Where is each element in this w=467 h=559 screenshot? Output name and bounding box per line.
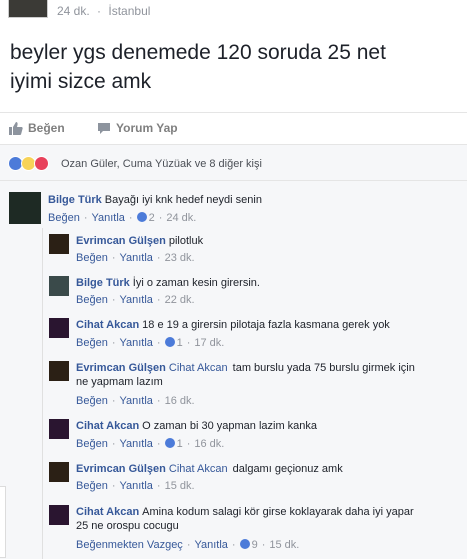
avatar[interactable] [49, 505, 69, 525]
comment-text: Cihat Akcan O zaman bi 30 yapman lazim ka… [76, 419, 317, 433]
comment-reply-link[interactable]: Yanıtla [119, 294, 152, 306]
commenter-name[interactable]: Bilge Türk [76, 277, 130, 289]
comment-text: Evrimcan Gülşen Cihat Akcan dalgamı geçio… [76, 462, 343, 476]
comment-text: Cihat Akcan Amina kodum salagi kör girse … [76, 505, 461, 533]
comment-time[interactable]: 16 dk. [165, 395, 195, 407]
comment-actions: Beğen · Yanıtla · 1 · 16 dk. [76, 438, 225, 450]
comment-time[interactable]: 22 dk. [165, 294, 195, 306]
comment-like-link[interactable]: Beğen [76, 252, 108, 264]
comment-reply-link[interactable]: Yanıtla [119, 337, 152, 349]
like-label: Beğen [28, 121, 65, 135]
comment-time[interactable]: 17 dk. [194, 337, 224, 349]
scroll-edge [0, 486, 6, 558]
reply-thread-line [42, 228, 43, 559]
separator-dot: · [97, 4, 102, 18]
comment-message: Amina kodum salagi kör girse koklayarak … [142, 506, 414, 518]
comment-text: Bilge Türk İyi o zaman kesin girersin. [76, 276, 260, 290]
commenter-name[interactable]: Evrimcan Gülşen [76, 235, 166, 247]
comment-reply-link[interactable]: Yanıtla [119, 252, 152, 264]
like-button[interactable]: Beğen [9, 121, 65, 135]
comment-time[interactable]: 15 dk. [165, 480, 195, 492]
avatar[interactable] [9, 192, 41, 224]
comment-actions: Beğen · Yanıtla · 22 dk. [76, 294, 195, 306]
comment-actions: Beğen · Yanıtla · 16 dk. [76, 395, 195, 407]
comment-reply-link[interactable]: Yanıtla [119, 438, 152, 450]
reactions-summary[interactable]: Ozan Güler, Cuma Yüzüak ve 8 diğer kişi [0, 145, 467, 181]
like-count[interactable]: 1 [177, 438, 183, 450]
comment-time[interactable]: 24 dk. [166, 212, 196, 224]
commenter-name[interactable]: Cihat Akcan [76, 319, 139, 331]
like-count-icon [239, 539, 250, 549]
comment-like-link[interactable]: Beğen [76, 480, 108, 492]
post-location[interactable]: İstanbul [108, 4, 150, 18]
comment-time[interactable]: 15 dk. [269, 539, 299, 551]
comment-like-link[interactable]: Beğen [48, 212, 80, 224]
comment-like-link[interactable]: Beğen [76, 337, 108, 349]
commenter-name[interactable]: Cihat Akcan [76, 506, 139, 518]
comment-reply-link[interactable]: Yanıtla [119, 395, 152, 407]
reactions-text[interactable]: Ozan Güler, Cuma Yüzüak ve 8 diğer kişi [61, 158, 262, 170]
comment-like-link[interactable]: Beğen [76, 438, 108, 450]
comment-icon [98, 122, 110, 134]
comment-message-line2: ne yapmam lazım [76, 376, 163, 388]
comment-message: İyi o zaman kesin girersin. [132, 277, 260, 289]
like-count-icon [164, 337, 175, 347]
comment-message: O zaman bi 30 yapman lazim kanka [142, 420, 318, 432]
avatar[interactable] [49, 462, 69, 482]
like-count[interactable]: 1 [177, 337, 183, 349]
comment-actions: Beğen · Yanıtla · 15 dk. [76, 480, 195, 492]
comment-message: dalgamı geçionuz amk [232, 463, 343, 475]
comment-actions: Beğen · Yanıtla · 2 · 24 dk. [48, 212, 197, 224]
comment-text: Bilge Türk Bayağı iyi knk hedef neydi sen… [48, 193, 262, 207]
comment-text: Cihat Akcan 18 e 19 a girersin pilotaja f… [76, 318, 390, 332]
comment-actions: Beğenmekten Vazgeç · Yanıtla · 9 · 15 dk. [76, 539, 300, 551]
post-text-line: iyimi sizce amk [10, 70, 152, 93]
avatar[interactable] [49, 419, 69, 439]
comment-message: tam burslu yada 75 burslu girmek için [232, 362, 415, 374]
comment-time[interactable]: 16 dk. [194, 438, 224, 450]
mention-tag[interactable]: Cihat Akcan [169, 362, 228, 374]
comment-actions: Beğen · Yanıtla · 23 dk. [76, 252, 195, 264]
comment-text: Evrimcan Gülşen Cihat Akcan tam burslu ya… [76, 361, 461, 389]
comment-message: Bayağı iyi knk hedef neydi senin [104, 194, 262, 206]
comment-button[interactable]: Yorum Yap [97, 121, 178, 135]
avatar[interactable] [49, 234, 69, 254]
avatar[interactable] [49, 361, 69, 381]
commenter-name[interactable]: Evrimcan Gülşen [76, 362, 166, 374]
comment-message: 18 e 19 a girersin pilotaja fazla kasman… [142, 319, 390, 331]
avatar[interactable] [49, 318, 69, 338]
post-time[interactable]: 24 dk. [57, 4, 90, 18]
comment-like-link[interactable]: Beğen [76, 294, 108, 306]
comment-like-link[interactable]: Beğen [76, 395, 108, 407]
thumbs-up-icon [9, 121, 23, 135]
commenter-name[interactable]: Bilge Türk [48, 194, 102, 206]
post-action-bar: Beğen Yorum Yap [0, 112, 467, 145]
comment-reply-link[interactable]: Yanıtla [91, 212, 124, 224]
comment-label: Yorum Yap [116, 121, 178, 135]
comment-reply-link[interactable]: Yanıtla [194, 539, 227, 551]
like-count-icon [164, 438, 175, 448]
like-count-icon [136, 212, 147, 222]
post-meta: 24 dk. · İstanbul [57, 4, 150, 18]
mention-tag[interactable]: Cihat Akcan [169, 463, 228, 475]
comment-actions: Beğen · Yanıtla · 1 · 17 dk. [76, 337, 225, 349]
comment-reply-link[interactable]: Yanıtla [119, 480, 152, 492]
comment-text: Evrimcan Gülşen pilotluk [76, 234, 203, 248]
reaction-icons [8, 156, 49, 171]
comment-unlike-link[interactable]: Beğenmekten Vazgeç [76, 539, 183, 551]
post-text-line: beyler ygs denemede 120 soruda 25 net [10, 41, 386, 64]
like-count[interactable]: 9 [252, 539, 258, 551]
poster-avatar[interactable] [8, 0, 48, 18]
comment-time[interactable]: 23 dk. [165, 252, 195, 264]
post-text: beyler ygs denemede 120 soruda 25 net iy… [10, 38, 460, 96]
like-count[interactable]: 2 [149, 212, 155, 224]
commenter-name[interactable]: Evrimcan Gülşen [76, 463, 166, 475]
comment-message-line2: 25 ne orospu cocugu [76, 520, 179, 532]
love-reaction-icon [34, 156, 49, 171]
commenter-name[interactable]: Cihat Akcan [76, 420, 139, 432]
comments-section: Bilge Türk Bayağı iyi knk hedef neydi sen… [0, 181, 467, 559]
avatar[interactable] [49, 276, 69, 296]
comment-message: pilotluk [168, 235, 204, 247]
